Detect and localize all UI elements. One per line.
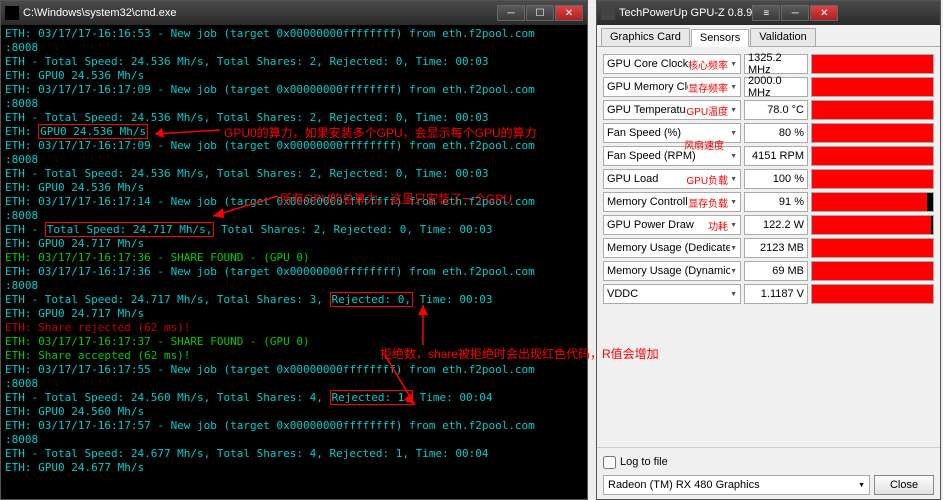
gpuz-bottom-bar: Log to file Radeon (TM) RX 480 Graphics … [597, 447, 940, 499]
sensor-graph [811, 54, 934, 74]
sensor-label: GPU Power Draw [607, 219, 708, 231]
sensor-name-dropdown[interactable]: GPU TemperatureGPU温度▼ [603, 100, 741, 120]
cmd-title: C:\Windows\system32\cmd.exe [23, 7, 497, 19]
cmd-output: ETH: 03/17/17-16:16:53 - New job (target… [1, 25, 587, 477]
gpu-select-dropdown[interactable]: Radeon (TM) RX 480 Graphics ▼ [603, 475, 870, 495]
sensor-label: Memory Usage (Dynamic) [607, 265, 730, 277]
log-to-file-checkbox[interactable] [603, 456, 616, 469]
chevron-down-icon: ▼ [730, 153, 737, 160]
sensor-value[interactable]: 2123 MB [744, 238, 808, 258]
cmd-minimize-button[interactable]: ─ [497, 5, 525, 21]
sensor-annotation: 核心频率 [688, 57, 728, 72]
sensor-name-dropdown[interactable]: GPU LoadGPU负载▼ [603, 169, 741, 189]
chevron-down-icon: ▼ [730, 245, 737, 252]
gpuz-minimize-button[interactable]: ─ [781, 5, 809, 21]
sensor-annotation: GPU温度 [686, 103, 728, 118]
sensor-graph [811, 261, 934, 281]
gpuz-window: TechPowerUp GPU-Z 0.8.9 ≡ ─ ✕ Graphics C… [596, 0, 941, 500]
sensor-annotation: GPU负载 [686, 172, 728, 187]
sensor-name-dropdown[interactable]: GPU Power Draw功耗▼ [603, 215, 741, 235]
sensor-annotation: 显存负载 [688, 195, 728, 210]
sensor-annotation: 风扇速度 [684, 137, 724, 152]
chevron-down-icon: ▼ [730, 130, 737, 137]
sensor-value[interactable]: 80 % [744, 123, 808, 143]
sensor-value[interactable]: 122.2 W [744, 215, 808, 235]
cmd-close-button[interactable]: ✕ [555, 5, 583, 21]
chevron-down-icon: ▼ [730, 222, 737, 229]
sensor-graph [811, 77, 934, 97]
sensor-value[interactable]: 78.0 °C [744, 100, 808, 120]
sensor-row: GPU Core Clock核心频率▼1325.2 MHz [603, 53, 934, 75]
gpuz-title: TechPowerUp GPU-Z 0.8.9 [619, 7, 752, 19]
gpuz-close-button[interactable]: ✕ [810, 5, 838, 21]
cmd-window: C:\Windows\system32\cmd.exe ─ ☐ ✕ ETH: 0… [0, 0, 588, 500]
sensor-graph [811, 215, 934, 235]
gpuz-icon [601, 6, 615, 20]
sensor-graph [811, 169, 934, 189]
sensor-name-dropdown[interactable]: Fan Speed (RPM)风扇速度▼ [603, 146, 741, 166]
sensor-annotation: 功耗 [708, 218, 728, 233]
gpuz-tabs: Graphics Card Sensors Validation [597, 25, 940, 47]
chevron-down-icon: ▼ [730, 199, 737, 206]
sensor-graph [811, 284, 934, 304]
sensor-name-dropdown[interactable]: Memory Usage (Dedicated)▼ [603, 238, 741, 258]
sensor-row: Memory Usage (Dedicated)▼2123 MB [603, 237, 934, 259]
sensor-annotation: 显存频率 [688, 80, 728, 95]
sensor-label: GPU Memory Clock [607, 81, 688, 93]
sensor-graph [811, 238, 934, 258]
sensor-name-dropdown[interactable]: GPU Memory Clock显存频率▼ [603, 77, 741, 97]
gpuz-titlebar[interactable]: TechPowerUp GPU-Z 0.8.9 ≡ ─ ✕ [597, 1, 940, 25]
chevron-down-icon: ▼ [730, 291, 737, 298]
sensor-row: VDDC▼1.1187 V [603, 283, 934, 305]
sensor-name-dropdown[interactable]: VDDC▼ [603, 284, 741, 304]
tab-graphics-card[interactable]: Graphics Card [601, 28, 690, 46]
sensor-label: VDDC [607, 288, 730, 300]
chevron-down-icon: ▼ [730, 61, 737, 68]
sensor-graph [811, 192, 934, 212]
log-to-file-label: Log to file [620, 456, 668, 468]
sensor-name-dropdown[interactable]: Memory Usage (Dynamic)▼ [603, 261, 741, 281]
close-button[interactable]: Close [874, 475, 934, 495]
sensors-panel: GPU Core Clock核心频率▼1325.2 MHzGPU Memory … [597, 47, 940, 312]
sensor-row: GPU TemperatureGPU温度▼78.0 °C [603, 99, 934, 121]
sensor-value[interactable]: 1.1187 V [744, 284, 808, 304]
gpuz-help-button[interactable]: ≡ [752, 5, 780, 21]
sensor-value[interactable]: 4151 RPM [744, 146, 808, 166]
sensor-graph [811, 123, 934, 143]
sensor-label: Memory Controller Load [607, 196, 688, 208]
sensor-row: GPU Memory Clock显存频率▼2000.0 MHz [603, 76, 934, 98]
gpu-select-value: Radeon (TM) RX 480 Graphics [608, 479, 760, 491]
sensor-label: GPU Temperature [607, 104, 686, 116]
sensor-value[interactable]: 100 % [744, 169, 808, 189]
sensor-name-dropdown[interactable]: Memory Controller Load显存负载▼ [603, 192, 741, 212]
sensor-value[interactable]: 91 % [744, 192, 808, 212]
sensor-row: Memory Usage (Dynamic)▼69 MB [603, 260, 934, 282]
sensor-value[interactable]: 69 MB [744, 261, 808, 281]
cmd-maximize-button[interactable]: ☐ [526, 5, 554, 21]
sensor-label: Memory Usage (Dedicated) [607, 242, 730, 254]
sensor-row: Fan Speed (%)▼80 % [603, 122, 934, 144]
sensor-row: Memory Controller Load显存负载▼91 % [603, 191, 934, 213]
tab-validation[interactable]: Validation [750, 28, 816, 46]
sensor-value[interactable]: 1325.2 MHz [744, 54, 808, 74]
tab-sensors[interactable]: Sensors [691, 29, 749, 47]
sensor-graph [811, 100, 934, 120]
sensor-row: Fan Speed (RPM)风扇速度▼4151 RPM [603, 145, 934, 167]
sensor-label: GPU Load [607, 173, 686, 185]
chevron-down-icon: ▼ [730, 176, 737, 183]
sensor-graph [811, 146, 934, 166]
sensor-name-dropdown[interactable]: GPU Core Clock核心频率▼ [603, 54, 741, 74]
chevron-down-icon: ▼ [858, 482, 865, 489]
chevron-down-icon: ▼ [730, 268, 737, 275]
sensor-row: GPU Power Draw功耗▼122.2 W [603, 214, 934, 236]
cmd-icon [5, 6, 19, 20]
sensor-value[interactable]: 2000.0 MHz [744, 77, 808, 97]
cmd-titlebar[interactable]: C:\Windows\system32\cmd.exe ─ ☐ ✕ [1, 1, 587, 25]
sensor-row: GPU LoadGPU负载▼100 % [603, 168, 934, 190]
chevron-down-icon: ▼ [730, 84, 737, 91]
chevron-down-icon: ▼ [730, 107, 737, 114]
sensor-label: GPU Core Clock [607, 58, 688, 70]
